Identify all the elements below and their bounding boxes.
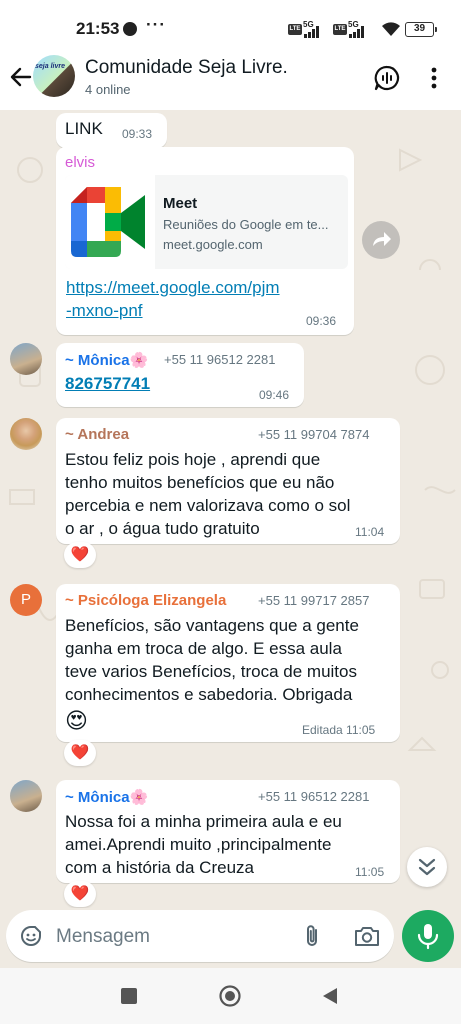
google-meet-logo	[65, 175, 155, 269]
message-time: 09:46	[259, 388, 290, 402]
message-bubble[interactable]: ~ Mônica🌸 +55 11 96512 2281 826757741 09…	[56, 343, 304, 407]
message-line: o ar , o água tudo gratuito	[65, 519, 260, 538]
microphone-icon	[417, 924, 439, 950]
message-placeholder: Mensagem	[56, 926, 150, 947]
avatar-logo-text: seja livre	[35, 63, 65, 70]
status-time: 21:53	[76, 19, 120, 38]
home-icon[interactable]	[218, 984, 242, 1008]
sender-phone: +55 11 99704 7874	[258, 427, 370, 442]
meet-link-line2: -mxno-pnf	[66, 301, 143, 320]
camera-icon[interactable]	[353, 923, 381, 949]
message-line: Estou feliz pois hoje , aprendi que	[65, 450, 321, 469]
reaction-heart[interactable]: ❤️	[64, 542, 96, 568]
heart-icon: ❤️	[70, 546, 90, 563]
lte-badge: LTE	[333, 24, 347, 35]
meet-link[interactable]: https://meet.google.com/pjm -mxno-pnf	[66, 276, 280, 322]
recent-apps-icon[interactable]	[120, 987, 138, 1005]
battery-level: 39	[413, 23, 426, 34]
message-time: 09:33	[122, 127, 153, 141]
voice-message-button[interactable]	[402, 910, 454, 962]
message-input[interactable]: Mensagem	[6, 910, 394, 962]
link-preview-card[interactable]: Meet Reuniões do Google em te... meet.go…	[65, 175, 348, 269]
message-bubble[interactable]: ~ Mônica🌸 +55 11 96512 2281 Nossa foi a …	[56, 780, 400, 883]
back-arrow-icon[interactable]	[8, 64, 34, 90]
message-bubble[interactable]: LINK 09:33	[56, 113, 167, 148]
message-line: conhecimentos e sabedoria. Obrigada	[65, 685, 353, 704]
forward-icon	[373, 232, 391, 246]
group-avatar[interactable]: seja livre	[33, 55, 75, 97]
link-card-title: Meet	[163, 195, 198, 212]
system-nav-bar	[0, 968, 461, 1024]
sender-name[interactable]: ~ Psicóloga Elizangela	[65, 592, 226, 609]
chat-header: seja livre Comunidade Seja Livre. 4 onli…	[0, 48, 461, 110]
sender-name[interactable]: ~ Mônica🌸	[65, 788, 148, 806]
reaction-heart[interactable]: ❤️	[64, 881, 96, 907]
message-bubble[interactable]: ~ Andrea +55 11 99704 7874 Estou feliz p…	[56, 418, 400, 544]
message-line: teve varios Benefícios, troca de muitos	[65, 662, 357, 681]
sender-phone: +55 11 96512 2281	[258, 789, 370, 804]
sender-name[interactable]: ~ Andrea	[65, 426, 129, 443]
double-chevron-down-icon	[418, 858, 436, 876]
heart-icon: ❤️	[70, 744, 90, 761]
message-line: amei.Aprendi muito ,principalmente	[65, 835, 332, 854]
scroll-to-bottom-button[interactable]	[407, 847, 447, 887]
message-text: Estou feliz pois hoje , aprendi que tenh…	[65, 448, 350, 540]
message-bubble[interactable]: ~ Psicóloga Elizangela +55 11 99717 2857…	[56, 584, 400, 742]
wifi-icon	[382, 22, 400, 36]
message-line: Nossa foi a minha primeira aula e eu	[65, 812, 342, 831]
meet-link-line1: https://meet.google.com/pjm	[66, 278, 280, 297]
sender-name[interactable]: ~ Mônica🌸	[65, 351, 148, 369]
avatar[interactable]	[10, 418, 42, 450]
message-text: Benefícios, são vantagens que a gente ga…	[65, 614, 359, 736]
message-line: com a história da Creuza	[65, 858, 254, 877]
online-count: 4 online	[85, 82, 131, 97]
sender-name[interactable]: elvis	[65, 154, 95, 171]
message-line: ganha em troca de algo. E essa aula	[65, 639, 342, 658]
message-time: 09:36	[306, 314, 337, 328]
sticker-icon[interactable]	[18, 923, 44, 949]
battery-icon: 39	[405, 22, 437, 37]
message-line: tenho muitos benefícios que eu não	[65, 473, 335, 492]
link-card-domain: meet.google.com	[163, 237, 263, 252]
status-more-dots: ···	[146, 15, 166, 34]
sender-phone: +55 11 96512 2281	[164, 352, 276, 367]
avatar[interactable]	[10, 780, 42, 812]
message-time: 11:05	[355, 865, 385, 879]
status-bar: 21:53 ··· LTE 5G LTE 5G 39	[0, 0, 461, 48]
composer: Mensagem	[0, 908, 461, 968]
dnd-icon	[123, 22, 137, 36]
message-text: LINK	[65, 119, 103, 138]
avatar[interactable]	[10, 343, 42, 375]
back-nav-icon[interactable]	[320, 986, 340, 1006]
sender-phone: +55 11 99717 2857	[258, 593, 370, 608]
message-time: Editada 11:05	[302, 723, 376, 737]
avatar-initial[interactable]: P	[10, 584, 42, 616]
chat-title[interactable]: Comunidade Seja Livre.	[85, 57, 288, 79]
message-time: 11:04	[355, 525, 385, 539]
more-options-icon[interactable]	[420, 64, 448, 92]
heart-icon: ❤️	[70, 885, 90, 902]
forward-button[interactable]	[362, 221, 400, 259]
phone-number-link[interactable]: 826757741	[65, 374, 150, 394]
message-line: Benefícios, são vantagens que a gente	[65, 616, 359, 635]
message-line: percebia e nem valorizava como o sol	[65, 496, 351, 515]
message-bubble[interactable]: elvis Meet Reuniões do Google em te... m…	[56, 147, 354, 335]
avatar-letter: P	[20, 591, 31, 608]
voice-chat-icon[interactable]	[373, 64, 401, 92]
attach-icon[interactable]	[300, 923, 326, 949]
lte-badge: LTE	[288, 24, 302, 35]
link-card-description: Reuniões do Google em te...	[163, 217, 329, 232]
message-text: Nossa foi a minha primeira aula e eu ame…	[65, 810, 342, 879]
reaction-heart[interactable]: ❤️	[64, 740, 96, 766]
chat-area[interactable]: LINK 09:33 elvis Meet Reuniões do Google…	[0, 110, 461, 908]
